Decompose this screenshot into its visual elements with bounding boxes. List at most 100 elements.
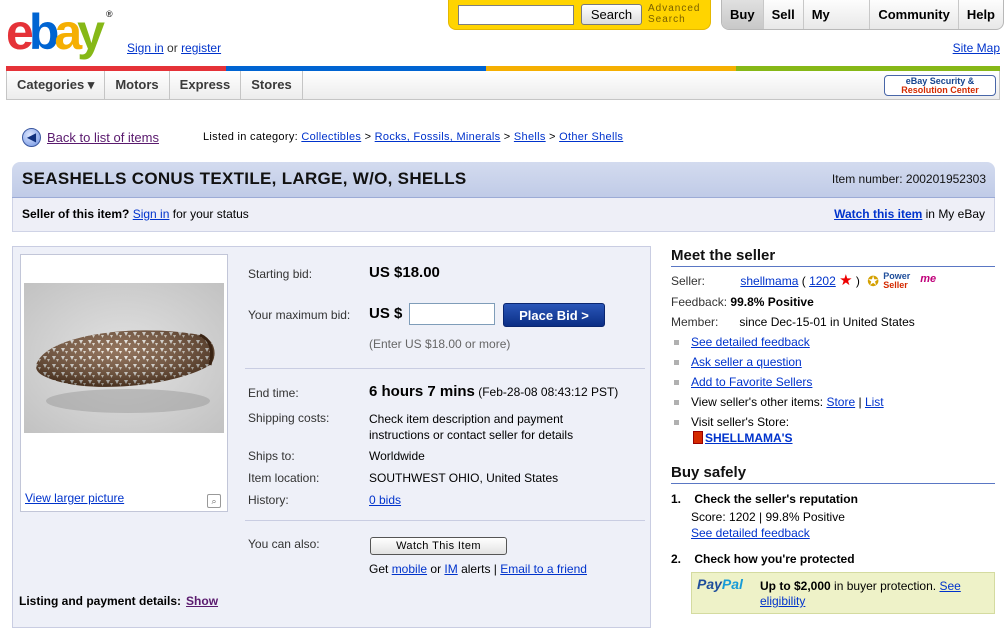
nav-motors[interactable]: Motors	[105, 71, 170, 99]
security-line2: Resolution Center	[901, 85, 979, 95]
starting-bid-value: US $18.00	[369, 264, 440, 281]
back-to-list-link[interactable]: Back to list of items	[47, 130, 159, 145]
item-picture-box: View larger picture ⌕	[20, 254, 228, 512]
me-icon: me	[920, 273, 937, 285]
back-arrow-icon[interactable]: ◀	[22, 127, 41, 147]
for-status-text: for your status	[172, 207, 249, 221]
seller-label: Seller:	[671, 274, 706, 289]
magnify-icon[interactable]: ⌕	[207, 494, 221, 508]
paypal-pay: Pay	[697, 576, 722, 592]
crumb-shells[interactable]: Shells	[514, 131, 546, 143]
feedback-score-link[interactable]: 1202	[809, 274, 836, 288]
ebay-logo[interactable]: ebay ®	[6, 7, 121, 57]
store-name-link[interactable]: SHELLMAMA'S	[705, 431, 793, 445]
item-title: SEASHELLS CONUS TEXTILE, LARGE, W/O, SHE…	[22, 169, 467, 188]
listing-details: Listing and payment details: Show	[19, 594, 218, 608]
im-link[interactable]: IM	[444, 562, 457, 576]
bids-link[interactable]: 0 bids	[369, 493, 401, 507]
power-seller-icon[interactable]: ✪ Power Seller me	[867, 271, 936, 291]
security-center-button[interactable]: eBay Security & Resolution Center	[884, 75, 996, 96]
site-map-link[interactable]: Site Map	[953, 41, 1000, 55]
feedback-label: Feedback:	[671, 295, 728, 309]
member-row: Member: since Dec-15-01 in United States	[671, 315, 915, 329]
list-link[interactable]: List	[865, 395, 884, 409]
category-breadcrumb: Listed in category: Collectibles > Rocks…	[203, 131, 623, 143]
currency-label: US $	[369, 305, 403, 322]
in-my-ebay-text: in My eBay	[925, 207, 985, 221]
member-label: Member:	[671, 315, 719, 329]
other-items-label: View seller's other items:	[691, 395, 824, 409]
seller-row: Seller: shellmama ( 1202 ★ ) ✪ Power Sel…	[671, 271, 936, 291]
bullet-icon	[674, 340, 679, 345]
paypal-protection-box: PayPal Up to $2,000 in buyer protection.…	[691, 572, 995, 614]
shipping-line1: Check item description and payment	[369, 412, 564, 426]
search-input[interactable]	[458, 5, 574, 25]
back-row: ◀ Back to list of items	[22, 127, 159, 147]
score-open: (	[801, 274, 806, 289]
nav-buy[interactable]: Buy	[722, 0, 763, 29]
bullet-icon	[674, 420, 679, 425]
crumb-collectibles[interactable]: Collectibles	[301, 131, 361, 143]
max-bid-input[interactable]	[409, 303, 495, 325]
feedback-value: 99.8% Positive	[730, 295, 814, 309]
crumb-sep: >	[503, 131, 511, 143]
bullet-icon	[674, 380, 679, 385]
seller-status-bar: Seller of this item? Sign in for your st…	[12, 198, 995, 232]
step2-number: 2.	[671, 552, 682, 566]
seashell-image	[24, 283, 224, 433]
crumb-other-shells[interactable]: Other Shells	[559, 131, 623, 143]
step2: 2. Check how you're protected	[671, 552, 855, 566]
see-detailed-feedback-link-2[interactable]: See detailed feedback	[691, 526, 810, 540]
nav-community[interactable]: Community	[869, 0, 958, 29]
store-link[interactable]: Store	[826, 395, 855, 409]
nav-sell[interactable]: Sell	[762, 0, 803, 29]
place-bid-button[interactable]: Place Bid >	[503, 303, 605, 327]
ask-seller-link[interactable]: Ask seller a question	[691, 355, 802, 369]
seller-name-link[interactable]: shellmama	[740, 274, 798, 288]
other-items-row: View seller's other items: Store | List	[691, 395, 884, 409]
get-text: Get	[369, 562, 389, 576]
watch-this-item-link[interactable]: Watch this item	[834, 207, 922, 221]
view-larger-picture-link[interactable]: View larger picture	[25, 491, 124, 505]
seller-sign-in-link[interactable]: Sign in	[133, 207, 170, 221]
buy-safely-heading: Buy safely	[671, 464, 995, 484]
shipping-label: Shipping costs:	[248, 411, 330, 425]
star-icon[interactable]: ★	[839, 272, 852, 289]
see-detailed-feedback-link[interactable]: See detailed feedback	[691, 335, 810, 349]
end-time-value: 6 hours 7 mins (Feb-28-08 08:43:12 PST)	[369, 383, 618, 400]
item-picture[interactable]	[24, 283, 224, 433]
alerts-text: alerts |	[461, 562, 497, 576]
add-favorite-link[interactable]: Add to Favorite Sellers	[691, 375, 812, 389]
end-date: (Feb-28-08 08:43:12 PST)	[478, 385, 619, 399]
nav-express[interactable]: Express	[170, 71, 242, 99]
nav-help[interactable]: Help	[957, 0, 1003, 29]
register-link[interactable]: register	[181, 41, 221, 55]
item-location-label: Item location:	[248, 471, 320, 485]
sign-in-link[interactable]: Sign in	[127, 41, 164, 55]
crumb-rocks[interactable]: Rocks, Fossils, Minerals	[375, 131, 501, 143]
nav-categories[interactable]: Categories ▾	[7, 71, 106, 99]
mobile-link[interactable]: mobile	[392, 562, 427, 576]
item-title-bar: SEASHELLS CONUS TEXTILE, LARGE, W/O, SHE…	[12, 162, 995, 198]
show-details-link[interactable]: Show	[186, 594, 218, 608]
watch-this-item-button[interactable]: Watch This Item	[370, 537, 507, 555]
nav-my-ebay[interactable]: My eBay	[802, 0, 870, 29]
search-button[interactable]: Search	[581, 4, 642, 25]
crumb-sep: >	[549, 131, 556, 143]
item-number: Item number: 200201952303	[831, 172, 986, 186]
watch-this-item: Watch this item in My eBay	[834, 207, 985, 221]
nav-stores[interactable]: Stores	[241, 71, 303, 99]
protection-description: in buyer protection.	[834, 579, 937, 593]
shipping-value: Check item description and payment instr…	[369, 411, 573, 443]
bullet-icon	[674, 400, 679, 405]
seller-text: Seller	[883, 280, 908, 290]
seller-question: Seller of this item? Sign in for your st…	[22, 207, 249, 221]
email-friend-link[interactable]: Email to a friend	[500, 562, 587, 576]
seller-question-text: Seller of this item?	[22, 207, 130, 221]
store-name-row: SHELLMAMA'S	[693, 431, 793, 445]
advanced-search-link[interactable]: Advanced Search	[648, 3, 700, 25]
item-location-value: SOUTHWEST OHIO, United States	[369, 471, 559, 485]
enter-bid-hint: (Enter US $18.00 or more)	[369, 337, 511, 351]
feedback-row: Feedback: 99.8% Positive	[671, 295, 814, 309]
trademark-icon: ®	[105, 9, 113, 19]
